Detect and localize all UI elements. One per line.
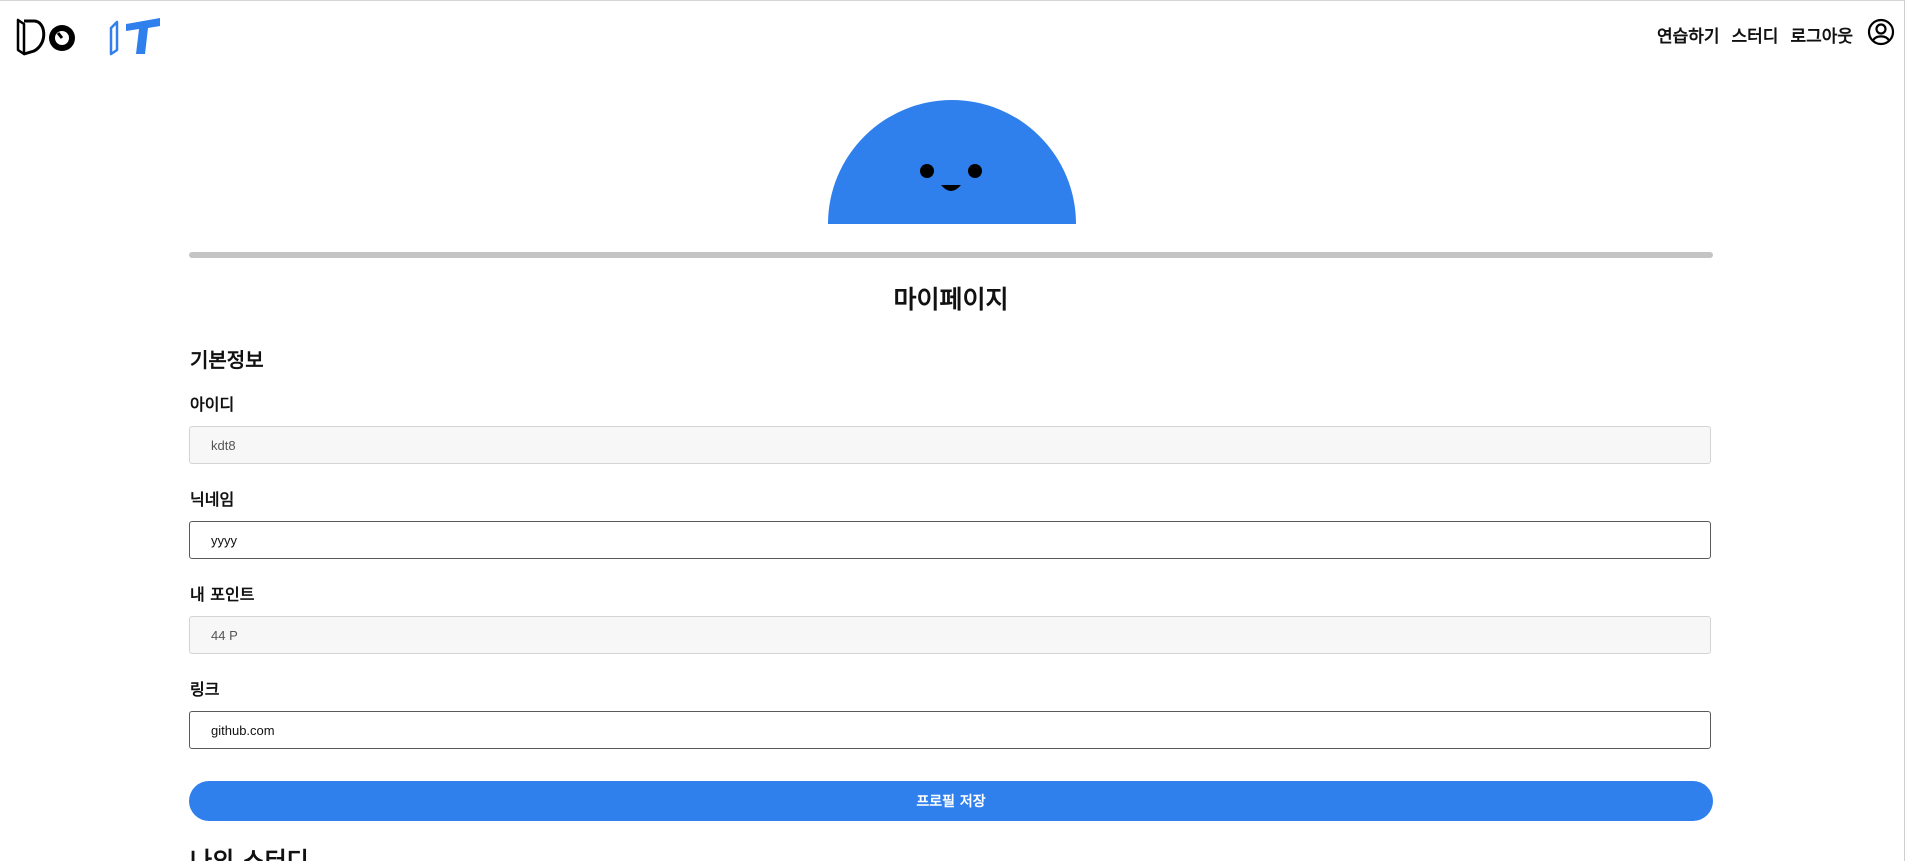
id-field (189, 426, 1711, 464)
nav-practice[interactable]: 연습하기 (1657, 22, 1720, 47)
page-title: 마이페이지 (893, 285, 1009, 314)
link-field[interactable] (189, 711, 1711, 749)
nickname-label: 닉네임 (190, 490, 235, 509)
nav-logout[interactable]: 로그아웃 (1790, 22, 1853, 47)
section-divider (189, 252, 1713, 258)
my-study-title: 나의 스터디 (190, 848, 309, 861)
link-label: 링크 (190, 680, 220, 699)
mascot-icon (828, 100, 1076, 224)
save-profile-button[interactable]: 프로필 저장 (189, 781, 1713, 821)
top-nav: 연습하기 스터디 로그아웃 (1657, 22, 1853, 47)
header: 연습하기 스터디 로그아웃 (0, 0, 1905, 72)
do-it-logo[interactable] (14, 14, 166, 58)
basic-info-title: 기본정보 (190, 348, 264, 372)
nav-study[interactable]: 스터디 (1732, 22, 1779, 47)
id-label: 아이디 (190, 395, 235, 414)
points-label: 내 포인트 (190, 585, 255, 604)
user-circle-icon[interactable] (1867, 18, 1895, 46)
nickname-field[interactable] (189, 521, 1711, 559)
points-field (189, 616, 1711, 654)
